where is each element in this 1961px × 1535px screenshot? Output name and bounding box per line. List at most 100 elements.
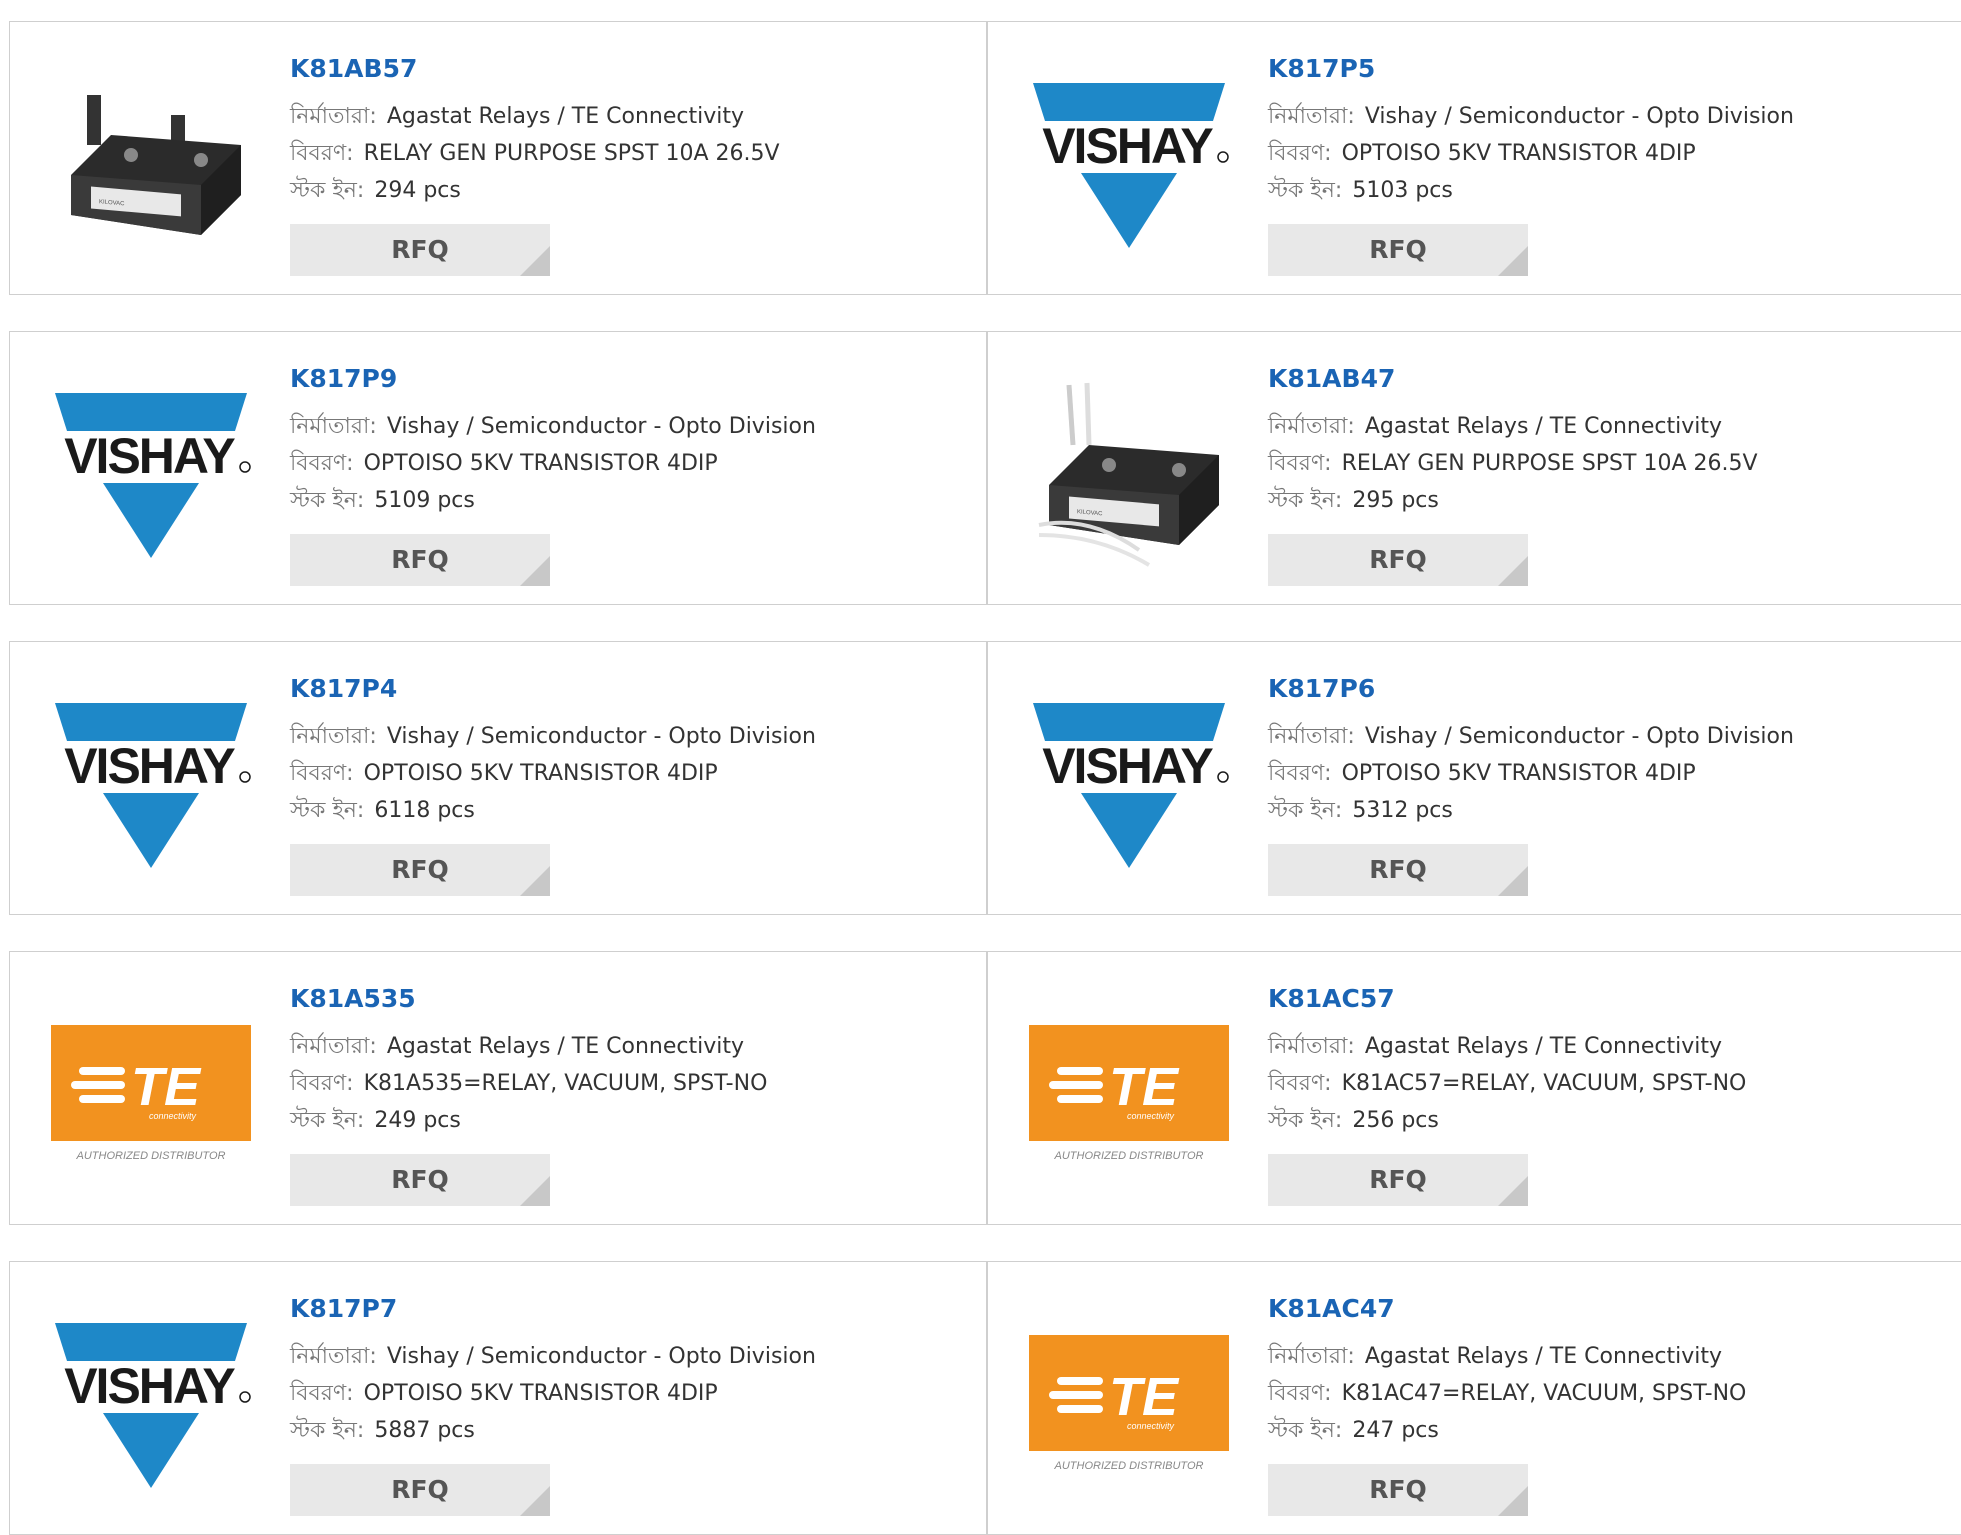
manufacturer-value: Agastat Relays / TE Connectivity	[1364, 1034, 1722, 1059]
svg-text:connectivity: connectivity	[149, 1111, 197, 1121]
vishay-wordmark: VISHAY	[1042, 118, 1213, 174]
description-row: বিবরণ: K81A535=RELAY, VACUUM, SPST-NO	[290, 1065, 767, 1102]
rfq-button[interactable]: RFQ	[1268, 1154, 1528, 1206]
manufacturer-row: নির্মাতারা: Agastat Relays / TE Connectiv…	[290, 1028, 767, 1065]
description-row: বিবরণ: OPTOISO 5KV TRANSISTOR 4DIP	[1268, 135, 1794, 172]
description-row: বিবরণ: K81AC47=RELAY, VACUUM, SPST-NO	[1268, 1375, 1746, 1412]
description-value: K81AC57=RELAY, VACUUM, SPST-NO	[1341, 1071, 1747, 1096]
rfq-button[interactable]: RFQ	[1268, 1464, 1528, 1516]
manufacturer-value: Agastat Relays / TE Connectivity	[1364, 414, 1722, 439]
stock-value: 249 pcs	[374, 1108, 461, 1133]
relay-photo[interactable]: KILOVAC	[48, 62, 254, 268]
manufacturer-value: Vishay / Semiconductor - Opto Division	[1364, 724, 1794, 749]
part-number-link[interactable]: K817P7	[290, 1294, 816, 1324]
description-row: বিবরণ: OPTOISO 5KV TRANSISTOR 4DIP	[1268, 755, 1794, 792]
rfq-button[interactable]: RFQ	[290, 844, 550, 896]
part-number-link[interactable]: K817P9	[290, 364, 816, 394]
svg-text:TE: TE	[1109, 1367, 1180, 1427]
rfq-button[interactable]: RFQ	[1268, 844, 1528, 896]
rfq-corner-decoration	[520, 246, 550, 276]
rfq-label: RFQ	[391, 855, 449, 884]
description-row: বিবরণ: OPTOISO 5KV TRANSISTOR 4DIP	[290, 445, 816, 482]
stock-label: স্টক ইন:	[1268, 1418, 1343, 1443]
vishay-logo[interactable]: VISHAY	[1026, 682, 1232, 888]
rfq-label: RFQ	[391, 235, 449, 264]
product-info: K81AC47 নির্মাতারা: Agastat Relays / TE C…	[1268, 1294, 1746, 1449]
vishay-logo-svg: VISHAY	[55, 392, 251, 558]
manufacturer-row: নির্মাতারা: Vishay / Semiconductor - Opto…	[290, 1338, 816, 1375]
vishay-logo[interactable]: VISHAY	[1026, 62, 1232, 268]
manufacturer-label: নির্মাতারা:	[1268, 1034, 1355, 1059]
description-label: বিবরণ:	[290, 1381, 354, 1406]
description-label: বিবরণ:	[1268, 451, 1332, 476]
product-card: TE connectivity AUTHORIZED DISTRIBUTOR K81…	[987, 951, 1961, 1225]
rfq-button[interactable]: RFQ	[290, 1464, 550, 1516]
part-number-link[interactable]: K81AC47	[1268, 1294, 1746, 1324]
stock-label: স্টক ইন:	[1268, 1108, 1343, 1133]
description-label: বিবরণ:	[1268, 141, 1332, 166]
vishay-logo[interactable]: VISHAY	[48, 682, 254, 888]
stock-row: স্টক ইন: 5109 pcs	[290, 482, 816, 519]
svg-text:AUTHORIZED DISTRIBUTOR: AUTHORIZED DISTRIBUTOR	[1054, 1460, 1204, 1472]
manufacturer-label: নির্মাতারা:	[1268, 104, 1355, 129]
manufacturer-label: নির্মাতারা:	[290, 104, 377, 129]
rfq-button[interactable]: RFQ	[1268, 534, 1528, 586]
manufacturer-row: নির্মাতারা: Agastat Relays / TE Connectiv…	[1268, 1028, 1746, 1065]
part-number-link[interactable]: K817P5	[1268, 54, 1794, 84]
rfq-corner-decoration	[1498, 556, 1528, 586]
product-card: VISHAY K817P5 নির্মাতারা: Vishay / Semico…	[987, 21, 1961, 295]
rfq-label: RFQ	[1369, 1475, 1427, 1504]
rfq-button[interactable]: RFQ	[290, 534, 550, 586]
rfq-button[interactable]: RFQ	[1268, 224, 1528, 276]
manufacturer-label: নির্মাতারা:	[290, 1034, 377, 1059]
svg-text:connectivity: connectivity	[1127, 1421, 1175, 1431]
te-logo-svg: TEconnectivity AUTHORIZED DISTRIBUTOR	[51, 1025, 251, 1162]
te-logo[interactable]: TE connectivity AUTHORIZED DISTRIBUTOR	[48, 992, 254, 1198]
vishay-logo[interactable]: VISHAY	[48, 1302, 254, 1508]
vishay-logo[interactable]: VISHAY	[48, 372, 254, 578]
rfq-corner-decoration	[520, 1486, 550, 1516]
product-card: VISHAY K817P6 নির্মাতারা: Vishay / Semico…	[987, 641, 1961, 915]
part-number-link[interactable]: K817P6	[1268, 674, 1794, 704]
description-label: বিবরণ:	[290, 141, 354, 166]
description-label: বিবরণ:	[1268, 1071, 1332, 1096]
rfq-button[interactable]: RFQ	[290, 1154, 550, 1206]
rfq-corner-decoration	[520, 866, 550, 896]
manufacturer-value: Agastat Relays / TE Connectivity	[386, 1034, 744, 1059]
product-info: K817P9 নির্মাতারা: Vishay / Semiconductor…	[290, 364, 816, 519]
description-value: OPTOISO 5KV TRANSISTOR 4DIP	[363, 761, 718, 786]
manufacturer-value: Vishay / Semiconductor - Opto Division	[386, 1344, 816, 1369]
stock-value: 5109 pcs	[374, 488, 475, 513]
description-value: K81AC47=RELAY, VACUUM, SPST-NO	[1341, 1381, 1747, 1406]
manufacturer-label: নির্মাতারা:	[290, 414, 377, 439]
te-logo[interactable]: TE connectivity AUTHORIZED DISTRIBUTOR	[1026, 1302, 1232, 1508]
product-card: KILOVAC K81AB47 নির্মাতারা: Agastat Relay…	[987, 331, 1961, 605]
relay-photo-svg: KILOVAC	[71, 95, 241, 235]
svg-text:connectivity: connectivity	[1127, 1111, 1175, 1121]
product-info: K817P4 নির্মাতারা: Vishay / Semiconductor…	[290, 674, 816, 829]
part-number-link[interactable]: K81AB47	[1268, 364, 1758, 394]
vishay-logo-svg: VISHAY	[55, 702, 251, 868]
manufacturer-row: নির্মাতারা: Vishay / Semiconductor - Opto…	[1268, 98, 1794, 135]
product-info: K81AB47 নির্মাতারা: Agastat Relays / TE C…	[1268, 364, 1758, 519]
stock-row: স্টক ইন: 294 pcs	[290, 172, 780, 209]
rfq-label: RFQ	[1369, 235, 1427, 264]
rfq-label: RFQ	[391, 545, 449, 574]
rfq-button[interactable]: RFQ	[290, 224, 550, 276]
part-number-link[interactable]: K81AB57	[290, 54, 780, 84]
te-logo[interactable]: TE connectivity AUTHORIZED DISTRIBUTOR	[1026, 992, 1232, 1198]
description-value: OPTOISO 5KV TRANSISTOR 4DIP	[363, 1381, 718, 1406]
description-label: বিবরণ:	[1268, 1381, 1332, 1406]
te-logo-svg: TEconnectivity AUTHORIZED DISTRIBUTOR	[1029, 1025, 1229, 1162]
manufacturer-label: নির্মাতারা:	[290, 1344, 377, 1369]
relay-wired-photo[interactable]: KILOVAC	[1026, 372, 1232, 578]
product-info: K817P7 নির্মাতারা: Vishay / Semiconductor…	[290, 1294, 816, 1449]
stock-row: স্টক ইন: 5887 pcs	[290, 1412, 816, 1449]
part-number-link[interactable]: K81AC57	[1268, 984, 1746, 1014]
part-number-link[interactable]: K817P4	[290, 674, 816, 704]
product-info: K81AC57 নির্মাতারা: Agastat Relays / TE C…	[1268, 984, 1746, 1139]
part-number-link[interactable]: K81A535	[290, 984, 767, 1014]
manufacturer-row: নির্মাতারা: Vishay / Semiconductor - Opto…	[290, 718, 816, 755]
rfq-label: RFQ	[391, 1165, 449, 1194]
stock-value: 256 pcs	[1352, 1108, 1439, 1133]
